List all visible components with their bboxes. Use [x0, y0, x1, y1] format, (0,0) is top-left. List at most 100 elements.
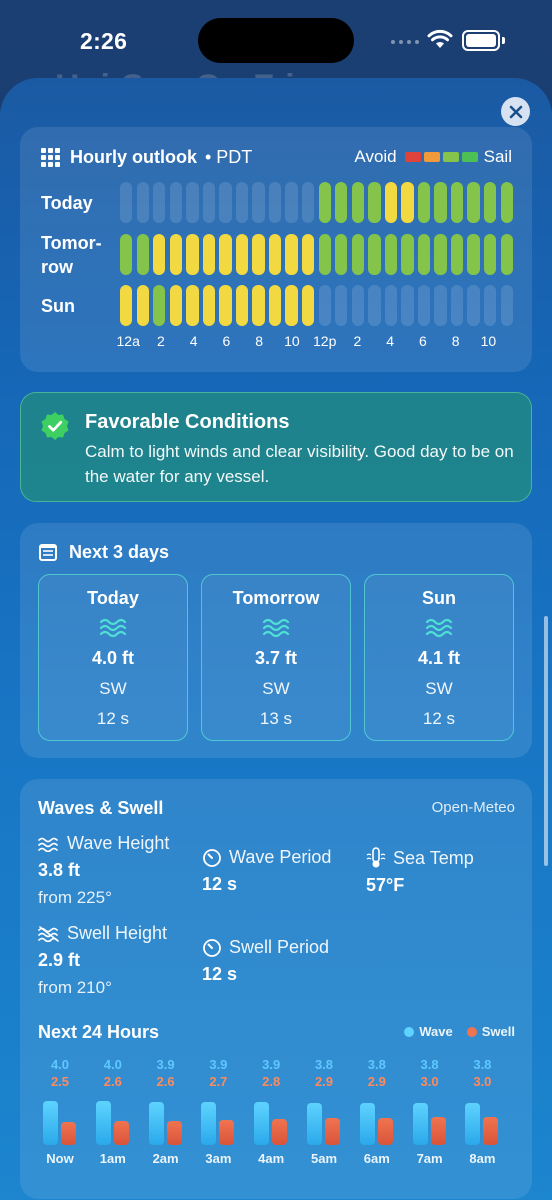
hour-condition-bar — [384, 182, 398, 223]
timezone-label: • PDT — [205, 147, 253, 167]
hour-label: 4am — [258, 1151, 285, 1166]
swell-value: 2.6 — [156, 1074, 175, 1089]
swell-bar — [61, 1122, 76, 1145]
hour-condition-bar — [351, 285, 365, 326]
wave-height-direction: from 225° — [38, 888, 112, 907]
swell-legend-dot — [466, 1026, 477, 1037]
swell-height-metric: Swell Height 2.9 ft from 210° — [38, 923, 167, 998]
hour-condition-bar — [235, 182, 249, 223]
hour-condition-bar — [268, 182, 282, 223]
favorable-title: Favorable Conditions — [85, 411, 290, 433]
hour-label: 8am — [469, 1151, 496, 1166]
hour-condition-bar — [335, 285, 348, 326]
swell-period-metric: Swell Period 12 s — [202, 937, 329, 985]
swell-value: 2.5 — [50, 1074, 70, 1089]
hourly-bars-sun — [120, 285, 513, 326]
waves-icon — [262, 618, 290, 638]
hour-axis-label: 6 — [222, 333, 231, 349]
swell-bar — [272, 1119, 288, 1145]
sea-temp-metric: Sea Temp 57°F — [366, 847, 474, 896]
hour-label: 2am — [152, 1151, 179, 1166]
hour-axis-label: 2 — [157, 333, 165, 349]
legend-avoid-label: Avoid — [354, 147, 397, 166]
row-label-tomorrow: Tomor- row — [41, 233, 102, 277]
swell-bar — [483, 1117, 499, 1145]
close-button[interactable] — [501, 97, 530, 126]
waves-swell-title: Waves & Swell — [38, 798, 164, 818]
hour-condition-bar — [401, 234, 414, 275]
day-period: 12 s — [96, 709, 130, 728]
hour-label: Now — [46, 1151, 74, 1166]
hour-label: 5am — [310, 1151, 338, 1166]
hour-axis-label: 8 — [255, 333, 264, 349]
hour-condition-bar — [120, 182, 133, 223]
hour-condition-bar — [467, 285, 480, 326]
hour-condition-bar — [252, 285, 265, 326]
hour-condition-bar — [401, 285, 414, 326]
hour-axis-label: 10 — [284, 333, 300, 349]
day-wave-height: 4.0 ft — [91, 648, 134, 668]
hour-condition-bar — [136, 182, 149, 223]
hour-axis: 12a 2 4 6 8 10 12p 2 4 6 8 10 — [116, 333, 513, 351]
swell-bar — [113, 1121, 129, 1145]
swell-bar — [377, 1118, 393, 1145]
hour-axis-label: 4 — [386, 333, 395, 349]
wave-bar — [148, 1102, 164, 1145]
hour-condition-bar — [335, 182, 348, 223]
hour-condition-bar — [500, 285, 513, 326]
hour-condition-bar — [467, 234, 480, 275]
day-card-today[interactable]: Today 4.0 ft SW 12 s — [38, 574, 188, 741]
hour-condition-bar — [169, 285, 182, 326]
next-24-hours-title: Next 24 Hours — [38, 1022, 160, 1042]
hour-condition-bar — [268, 285, 282, 326]
wave-period-label: Wave Period — [229, 847, 332, 867]
swell-period-value: 12 s — [202, 964, 238, 984]
hour-condition-bar — [434, 234, 447, 275]
next-3-days-header: Next 3 days — [39, 542, 169, 563]
hour-condition-bar — [368, 234, 381, 275]
verified-check-icon — [41, 412, 69, 440]
row-label-today: Today — [41, 193, 93, 213]
hour-axis-label: 10 — [480, 333, 497, 349]
hour-condition-bar — [417, 285, 431, 326]
next-3-days-title: Next 3 days — [69, 542, 170, 562]
hour-condition-bar — [500, 234, 513, 275]
swell-value: 2.7 — [209, 1074, 228, 1089]
close-icon — [509, 105, 522, 118]
timer-icon — [203, 938, 221, 957]
hour-condition-bar — [285, 182, 298, 223]
legend-sail-label: Sail — [483, 147, 512, 166]
hour-condition-bar — [500, 182, 513, 223]
swell-bar — [166, 1121, 182, 1145]
hour-condition-bar — [401, 182, 414, 223]
swell-legend-label: Swell — [481, 1024, 515, 1039]
wave-bar — [465, 1103, 481, 1145]
cellular-signal-icon — [391, 40, 419, 44]
hour-condition-bar — [318, 182, 331, 223]
wave-bar — [412, 1103, 428, 1145]
hour-column: 3.8 2.9 5am — [299, 1057, 349, 1166]
hour-condition-bar — [302, 234, 315, 275]
hour-axis-label: 12a — [116, 333, 140, 349]
swell-height-label: Swell Height — [67, 923, 168, 943]
wave-bar — [43, 1101, 58, 1145]
hour-condition-bar — [268, 234, 282, 275]
hour-condition-bar — [467, 182, 480, 223]
hour-condition-bar — [285, 234, 298, 275]
wave-value: 3.9 — [156, 1057, 175, 1072]
hour-label: 6am — [363, 1151, 390, 1166]
hour-condition-bar — [384, 285, 398, 326]
day-card-tomorrow[interactable]: Tomorrow 3.7 ft SW 13 s — [201, 574, 351, 741]
hour-condition-bar — [252, 182, 265, 223]
hour-axis-label: 12p — [313, 333, 337, 349]
hour-condition-bar — [384, 234, 398, 275]
day-card-sun[interactable]: Sun 4.1 ft SW 12 s — [364, 574, 514, 741]
day-wave-height: 4.1 ft — [417, 648, 460, 668]
hour-condition-bar — [434, 182, 447, 223]
scrollbar[interactable] — [544, 616, 548, 866]
swell-height-direction: from 210° — [38, 978, 112, 997]
hour-condition-bar — [450, 285, 464, 326]
hour-condition-bar — [153, 285, 166, 326]
hour-label: 3am — [205, 1151, 232, 1166]
grid-icon — [41, 148, 60, 167]
